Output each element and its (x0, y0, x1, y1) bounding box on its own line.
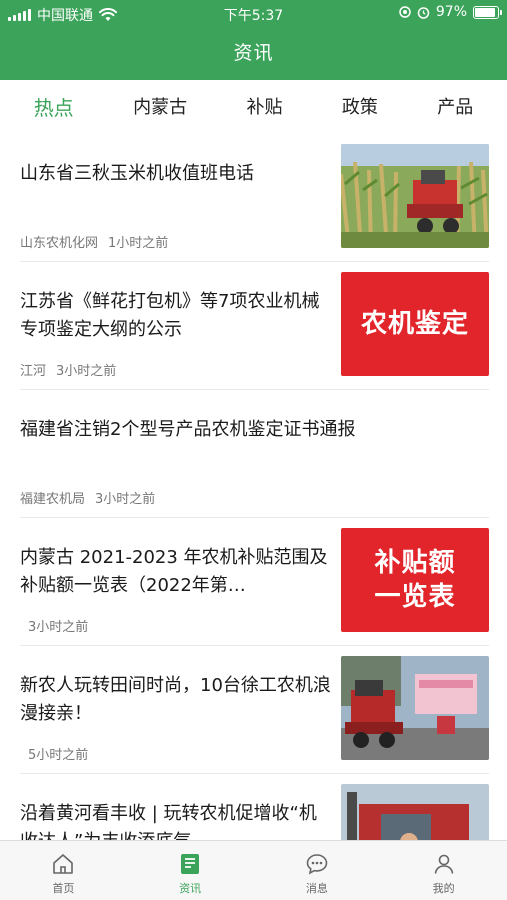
battery-percent: 97% (435, 4, 467, 20)
category-tabs: 热点 内蒙古 补贴 政策 产品 (0, 80, 507, 132)
news-icon (181, 854, 200, 874)
tab-product[interactable]: 产品 (437, 93, 473, 119)
news-meta: 3小时之前 (28, 616, 88, 635)
news-thumbnail (341, 784, 489, 840)
tabbar-messages-label: 消息 (305, 882, 328, 895)
alarm-icon (417, 6, 430, 19)
tabbar-messages[interactable]: 消息 (254, 841, 381, 900)
thumbnail-text: 农机鉴定 (360, 309, 469, 339)
news-title: 内蒙古 2021-2023 年农机补贴范围及补贴额一览表（2022年第… (20, 547, 328, 596)
news-meta: 山东农机化网 1小时之前 (20, 232, 168, 251)
news-time: 1小时之前 (108, 236, 169, 251)
news-title: 江苏省《鲜花打包机》等7项农业机械专项鉴定大纲的公示 (20, 291, 320, 340)
tabbar-profile[interactable]: 我的 (380, 841, 507, 900)
news-time: 5小时之前 (28, 748, 89, 763)
news-item[interactable]: 山东省三秋玉米机收值班电话 山东农机化网 1小时之前 (20, 134, 489, 262)
news-title: 山东省三秋玉米机收值班电话 (20, 163, 254, 184)
tab-hot[interactable]: 热点 (34, 92, 74, 121)
news-source: 江河 (20, 364, 47, 379)
battery-icon (473, 5, 502, 19)
tabbar-home-label: 首页 (52, 882, 75, 895)
tabbar-home[interactable]: 首页 (0, 841, 127, 900)
news-source: 山东农机化网 (20, 236, 99, 251)
bottom-tabbar: 首页 资讯 消息 我的 (0, 840, 507, 900)
tabbar-news[interactable]: 资讯 (127, 841, 254, 900)
tab-policy[interactable]: 政策 (342, 93, 378, 119)
news-meta: 江河 3小时之前 (20, 360, 116, 379)
harvester-wedding-image (341, 656, 489, 760)
news-thumbnail (341, 144, 489, 248)
tab-inner-mongolia[interactable]: 内蒙古 (133, 93, 187, 119)
news-item[interactable]: 福建省注销2个型号产品农机鉴定证书通报 福建农机局 3小时之前 (20, 390, 489, 518)
news-title: 沿着黄河看丰收 | 玩转农机促增收“机收达人”为丰收添底气 (20, 803, 317, 840)
app-header: 中国联通 下午5:37 97% 资讯 (0, 0, 507, 80)
tab-subsidy[interactable]: 补贴 (246, 93, 282, 119)
page-title: 资讯 (233, 42, 274, 64)
corn-harvester-image (341, 144, 489, 248)
news-source: 福建农机局 (20, 492, 86, 507)
news-thumbnail (341, 656, 489, 760)
news-time: 3小时之前 (95, 492, 156, 507)
news-meta: 5小时之前 (28, 744, 88, 763)
thumbnail-text-line1: 补贴额 (374, 548, 456, 578)
user-icon (434, 854, 453, 874)
news-item[interactable]: 新农人玩转田间时尚，10台徐工农机浪漫接亲！ 5小时之前 (20, 646, 489, 774)
farmer-machine-image (341, 784, 489, 840)
news-time: 3小时之前 (28, 620, 89, 635)
news-thumbnail: 农机鉴定 (341, 272, 489, 376)
news-title: 新农人玩转田间时尚，10台徐工农机浪漫接亲！ (20, 675, 331, 724)
home-icon (53, 854, 74, 874)
news-feed: 山东省三秋玉米机收值班电话 山东农机化网 1小时之前 江苏省《鲜花打包机》等7项… (0, 134, 507, 840)
news-thumbnail: 补贴额 一览表 (341, 528, 489, 632)
chat-icon (306, 854, 328, 875)
app-root: 中国联通 下午5:37 97% 资讯 热点 内蒙古 补贴 政策 产品 山东省三秋… (0, 0, 507, 900)
status-bar: 中国联通 下午5:37 97% (0, 0, 507, 28)
news-item[interactable]: 沿着黄河看丰收 | 玩转农机促增收“机收达人”为丰收添底气 (20, 774, 489, 840)
status-right: 97% (399, 4, 502, 20)
location-icon (399, 6, 411, 18)
news-title: 福建省注销2个型号产品农机鉴定证书通报 (20, 419, 356, 440)
thumbnail-text-line2: 一览表 (374, 582, 456, 612)
tabbar-news-label: 资讯 (179, 882, 202, 895)
news-meta: 福建农机局 3小时之前 (20, 488, 155, 507)
news-item[interactable]: 内蒙古 2021-2023 年农机补贴范围及补贴额一览表（2022年第… 3小时… (20, 518, 489, 646)
news-item[interactable]: 江苏省《鲜花打包机》等7项农业机械专项鉴定大纲的公示 江河 3小时之前 农机鉴定 (20, 262, 489, 390)
tabbar-profile-label: 我的 (432, 882, 455, 895)
news-time: 3小时之前 (56, 364, 117, 379)
